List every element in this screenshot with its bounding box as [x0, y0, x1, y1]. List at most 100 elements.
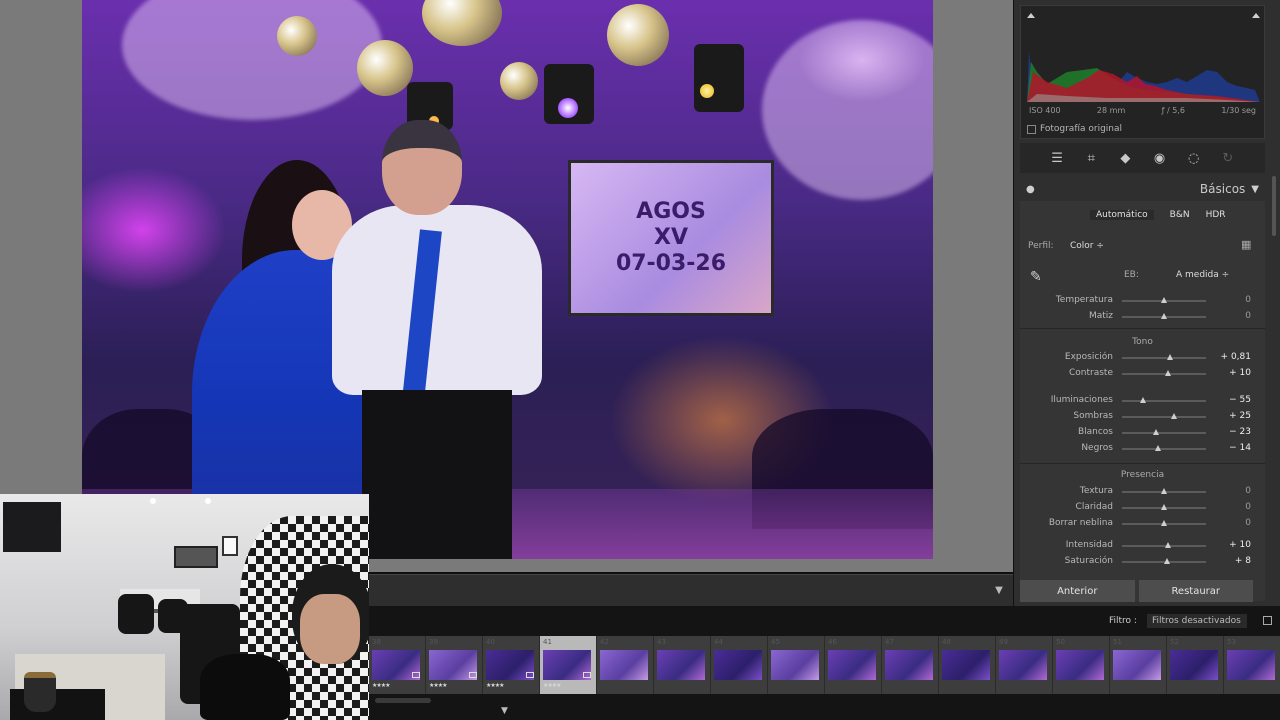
collapse-icon[interactable]: ▼: [1251, 184, 1259, 195]
profile-select[interactable]: Color ÷: [1070, 241, 1104, 251]
redeye-icon[interactable]: ◉: [1150, 151, 1170, 166]
thumbnail-image[interactable]: [1227, 650, 1275, 680]
slider-row[interactable]: Matiz 0: [1020, 310, 1265, 324]
filmstrip-thumbnail[interactable]: 49: [996, 636, 1052, 694]
slider-knob[interactable]: [1161, 313, 1167, 319]
thumbnail-image[interactable]: [1170, 650, 1218, 680]
slider-value[interactable]: + 0,81: [1221, 352, 1251, 362]
filmstrip-thumbnail[interactable]: 45: [768, 636, 824, 694]
slider-knob[interactable]: [1152, 429, 1159, 435]
slider-knob[interactable]: [1165, 542, 1172, 548]
slider-value[interactable]: + 10: [1229, 368, 1251, 378]
previous-button[interactable]: Anterior: [1020, 580, 1135, 602]
slider-row[interactable]: Exposición + 0,81: [1020, 351, 1265, 365]
slider-knob[interactable]: [1161, 520, 1167, 526]
slider-row[interactable]: Saturación + 8: [1020, 555, 1265, 569]
slider-track[interactable]: [1122, 488, 1206, 494]
filmstrip-thumbnail[interactable]: 38 ★★★★: [369, 636, 425, 694]
eraser-icon[interactable]: ◆: [1115, 151, 1135, 166]
slider-track[interactable]: [1122, 504, 1206, 510]
brush-icon[interactable]: ↻: [1218, 151, 1238, 166]
slider-value[interactable]: 0: [1245, 295, 1251, 305]
slider-value[interactable]: 0: [1245, 311, 1251, 321]
slider-track[interactable]: [1122, 313, 1206, 319]
eye-icon[interactable]: ●: [1026, 184, 1035, 195]
eyedropper-icon[interactable]: ✎: [1030, 269, 1042, 285]
slider-row[interactable]: Iluminaciones − 55: [1020, 394, 1265, 408]
slider-value[interactable]: + 25: [1229, 411, 1251, 421]
histogram[interactable]: ISO 400 28 mm ƒ / 5,6 1/30 seg Fotografí…: [1020, 5, 1265, 139]
slider-knob[interactable]: [1171, 413, 1178, 419]
filmstrip-thumbnail[interactable]: 41 ★★★★: [540, 636, 596, 694]
filmstrip-thumbnail[interactable]: 42: [597, 636, 653, 694]
slider-knob[interactable]: [1164, 558, 1171, 564]
panel-scrollbar[interactable]: [1272, 176, 1276, 236]
filter-lock-icon[interactable]: [1263, 616, 1272, 625]
slider-knob[interactable]: [1165, 370, 1172, 376]
original-photo-toggle[interactable]: Fotografía original: [1027, 124, 1122, 134]
slider-value[interactable]: 0: [1245, 486, 1251, 496]
slider-value[interactable]: − 14: [1229, 443, 1251, 453]
filmstrip-thumbnail[interactable]: 52: [1167, 636, 1223, 694]
slider-value[interactable]: 0: [1245, 518, 1251, 528]
thumbnail-image[interactable]: [1113, 650, 1161, 680]
slider-track[interactable]: [1122, 558, 1206, 564]
filmstrip-thumbnail[interactable]: 43: [654, 636, 710, 694]
slider-row[interactable]: Temperatura 0: [1020, 294, 1265, 308]
thumbnail-image[interactable]: [714, 650, 762, 680]
wb-select[interactable]: A medida ÷: [1176, 270, 1229, 280]
slider-track[interactable]: [1122, 297, 1206, 303]
slider-value[interactable]: − 55: [1229, 395, 1251, 405]
checkbox[interactable]: [1027, 124, 1036, 134]
auto-button[interactable]: Automático: [1090, 210, 1154, 220]
slider-track[interactable]: [1122, 397, 1206, 403]
slider-row[interactable]: Claridad 0: [1020, 501, 1265, 515]
slider-row[interactable]: Blancos − 23: [1020, 426, 1265, 440]
slider-knob[interactable]: [1140, 397, 1146, 403]
slider-track[interactable]: [1122, 429, 1206, 435]
slider-value[interactable]: + 10: [1229, 540, 1251, 550]
slider-knob[interactable]: [1161, 297, 1167, 303]
filmstrip-thumbnail[interactable]: 48: [939, 636, 995, 694]
filmstrip-scrollbar[interactable]: [375, 698, 431, 703]
thumbnail-image[interactable]: [942, 650, 990, 680]
profile-grid-icon[interactable]: ▦: [1241, 239, 1255, 251]
filmstrip-thumbnail[interactable]: 44: [711, 636, 767, 694]
filmstrip-thumbnail[interactable]: 47: [882, 636, 938, 694]
filmstrip-thumbnail[interactable]: 40 ★★★★: [483, 636, 539, 694]
photo-workspace[interactable]: AGOS XV 07-03-26: [0, 0, 1013, 572]
slider-row[interactable]: Textura 0: [1020, 485, 1265, 499]
main-photo[interactable]: AGOS XV 07-03-26: [82, 0, 933, 559]
thumbnail-image[interactable]: [771, 650, 819, 680]
slider-track[interactable]: [1122, 354, 1206, 360]
slider-knob[interactable]: [1166, 354, 1173, 360]
sliders-icon[interactable]: ☰: [1047, 151, 1067, 166]
slider-value[interactable]: 0: [1245, 502, 1251, 512]
slider-row[interactable]: Negros − 14: [1020, 442, 1265, 456]
slider-track[interactable]: [1122, 542, 1206, 548]
filmstrip-thumbnail[interactable]: 39 ★★★★: [426, 636, 482, 694]
thumbnail-image[interactable]: [1056, 650, 1104, 680]
slider-row[interactable]: Contraste + 10: [1020, 367, 1265, 381]
slider-knob[interactable]: [1161, 504, 1167, 510]
thumbnail-image[interactable]: [885, 650, 933, 680]
filter-select[interactable]: Filtros desactivados: [1147, 614, 1247, 628]
toolbar-toggle-icon[interactable]: ▼: [993, 585, 1005, 597]
thumbnail-image[interactable]: [828, 650, 876, 680]
filmstrip-thumbnail[interactable]: 53: [1224, 636, 1280, 694]
mask-icon[interactable]: ◌: [1184, 151, 1204, 166]
basic-section-header[interactable]: ● Básicos ▼: [1020, 178, 1265, 200]
slider-knob[interactable]: [1155, 445, 1162, 451]
reset-button[interactable]: Restaurar: [1138, 580, 1253, 602]
slider-row[interactable]: Sombras + 25: [1020, 410, 1265, 424]
expand-arrow-icon[interactable]: ▼: [501, 706, 508, 716]
slider-track[interactable]: [1122, 413, 1206, 419]
thumbnail-image[interactable]: [657, 650, 705, 680]
filmstrip-thumbnail[interactable]: 46: [825, 636, 881, 694]
bw-button[interactable]: B&N: [1170, 210, 1190, 220]
slider-track[interactable]: [1122, 520, 1206, 526]
filmstrip-thumbnail[interactable]: 50: [1053, 636, 1109, 694]
hdr-button[interactable]: HDR: [1206, 210, 1226, 220]
slider-knob[interactable]: [1161, 488, 1167, 494]
slider-track[interactable]: [1122, 445, 1206, 451]
